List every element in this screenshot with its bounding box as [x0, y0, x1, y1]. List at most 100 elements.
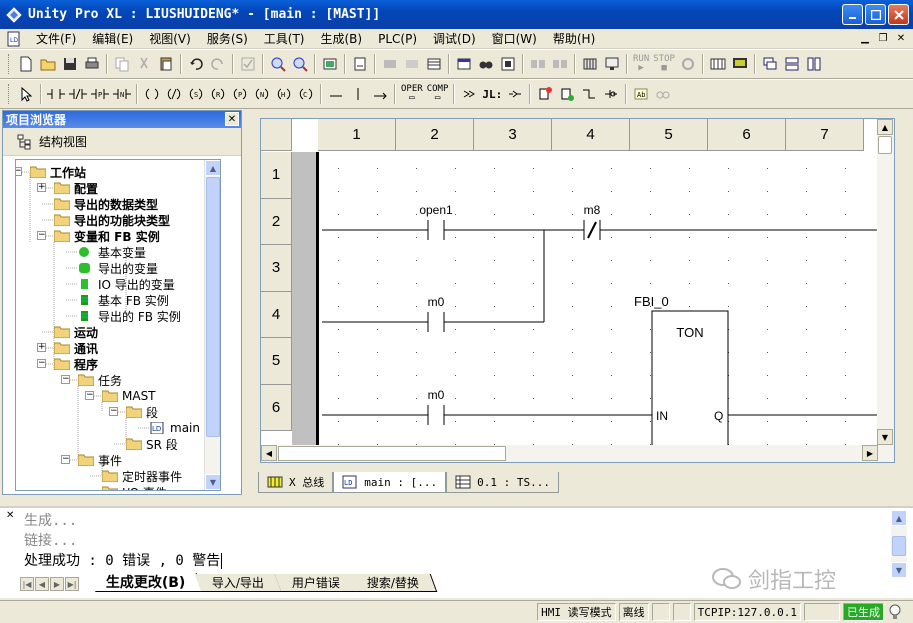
cut-icon[interactable] [133, 53, 155, 75]
row-header[interactable]: 1 [261, 152, 292, 199]
glasses-icon[interactable] [652, 83, 674, 105]
animation-icon[interactable] [707, 53, 729, 75]
menu-debug[interactable]: 调试(D) [425, 30, 484, 47]
comment-icon[interactable]: Ab [630, 83, 652, 105]
collapse-toggle[interactable]: − [16, 167, 22, 176]
run-button[interactable]: RUN ▶ [631, 55, 651, 73]
contact-variable-label[interactable]: m0 [428, 388, 445, 402]
plc-screen-icon[interactable] [729, 53, 751, 75]
fb-data-icon[interactable] [556, 83, 578, 105]
editor-hscrollbar[interactable]: ◀ ▶ [261, 445, 878, 462]
menu-edit[interactable]: 编辑(E) [84, 30, 141, 47]
tree-item[interactable]: 定时器事件 [102, 468, 182, 484]
cascade-icon[interactable] [759, 53, 781, 75]
return-icon[interactable] [504, 83, 526, 105]
tab-x-bus[interactable]: X 总线 [258, 472, 334, 493]
copy-icon[interactable] [111, 53, 133, 75]
set-coil-icon[interactable]: S [185, 83, 207, 105]
coil-icon[interactable] [141, 83, 163, 105]
jump-label-button[interactable]: JL: [480, 89, 504, 100]
menu-tools[interactable]: 工具(T) [256, 30, 313, 47]
init-icon[interactable] [677, 53, 699, 75]
tree-item[interactable]: 变量和 FB 实例 [54, 228, 160, 244]
link-arrow-icon[interactable] [369, 83, 391, 105]
find-icon[interactable] [475, 53, 497, 75]
maximize-button[interactable] [865, 4, 886, 25]
call-coil-icon[interactable]: C [295, 83, 317, 105]
comp-block-button[interactable]: COMP ▭ [425, 85, 451, 103]
monitor-icon[interactable] [601, 53, 623, 75]
tree-item[interactable]: 导出的变量 [78, 260, 158, 276]
output-scroll-down-button[interactable]: ▼ [891, 562, 907, 578]
row-header[interactable]: 4 [261, 291, 292, 338]
open-folder-icon[interactable] [37, 53, 59, 75]
close-button[interactable] [888, 4, 909, 25]
output-vscrollbar[interactable]: ▲ ▼ [891, 510, 907, 578]
contact-variable-label[interactable]: m0 [428, 295, 445, 309]
fb-call-icon[interactable] [534, 83, 556, 105]
tab-config[interactable]: 0.1 : TS... [446, 472, 559, 493]
tab-main-section[interactable]: LD main : [... [333, 472, 447, 493]
undo-icon[interactable] [185, 53, 207, 75]
column-header[interactable]: 3 [474, 119, 552, 151]
select-pointer-icon[interactable] [15, 83, 37, 105]
tree-item[interactable]: 段 [126, 404, 158, 420]
column-header[interactable]: 2 [396, 119, 474, 151]
oper-block-button[interactable]: OPER ▭ [399, 85, 425, 103]
doc-close-button[interactable]: ✕ [893, 31, 909, 46]
doc-restore-button[interactable]: ❐ [875, 31, 891, 46]
ld-editor-frame[interactable]: open1 m8 m0 m0 FBI_0 TON IN Q ▲ ▼ ◀ ▶ 123456712… [260, 118, 895, 463]
menu-help[interactable]: 帮助(H) [545, 30, 603, 47]
editor-scroll-right-button[interactable]: ▶ [862, 445, 878, 461]
save-icon[interactable] [59, 53, 81, 75]
collapse-toggle[interactable]: − [109, 407, 118, 416]
menu-service[interactable]: 服务(S) [199, 30, 256, 47]
tree-item[interactable]: SR 段 [126, 436, 178, 452]
column-header[interactable]: 1 [318, 119, 396, 151]
tree-item[interactable]: 事件 [78, 452, 122, 468]
collapse-toggle[interactable]: − [37, 231, 46, 240]
jump-icon[interactable] [458, 83, 480, 105]
next-tab-button[interactable]: ▶ [50, 577, 64, 591]
tile-horizontal-icon[interactable] [781, 53, 803, 75]
contact-variable-label[interactable]: m8 [584, 203, 601, 217]
column-header[interactable]: 5 [630, 119, 708, 151]
p-coil-icon[interactable]: P [229, 83, 251, 105]
row-header[interactable]: 6 [261, 384, 292, 431]
output-scroll-up-button[interactable]: ▲ [891, 510, 907, 526]
tree-item[interactable]: 基本变量 [78, 244, 146, 260]
tab-build-changes[interactable]: 生成更改(B) [88, 573, 204, 592]
column-header[interactable]: 4 [552, 119, 630, 151]
stop-button[interactable]: STOP ■ [651, 55, 677, 73]
data-editor-icon[interactable] [423, 53, 445, 75]
n-coil-icon[interactable]: N [251, 83, 273, 105]
row-header[interactable]: 5 [261, 338, 292, 385]
tree-item[interactable]: I/O 事件 [102, 484, 167, 490]
output-close-button[interactable]: ✕ [6, 510, 14, 521]
row-header[interactable]: 3 [261, 245, 292, 292]
minimize-button[interactable] [842, 4, 863, 25]
output-scroll-thumb[interactable] [892, 536, 906, 556]
menu-file[interactable]: 文件(F) [28, 30, 84, 47]
redo-icon[interactable] [207, 53, 229, 75]
replace-icon[interactable] [497, 53, 519, 75]
prev-tab-button[interactable]: ◀ [35, 577, 49, 591]
tree-item[interactable]: MAST [102, 388, 156, 404]
contact-nc-slash[interactable] [587, 221, 597, 239]
tree-item[interactable]: 导出的功能块类型 [54, 212, 170, 228]
build-project-icon[interactable] [379, 53, 401, 75]
tree-item[interactable]: 导出的数据类型 [54, 196, 158, 212]
nc-contact-icon[interactable] [67, 83, 89, 105]
editor-scroll-left-button[interactable]: ◀ [261, 445, 277, 461]
column-header[interactable]: 6 [708, 119, 786, 151]
tree-item[interactable]: 基本 FB 实例 [78, 292, 169, 308]
contact-variable-label[interactable]: open1 [419, 203, 453, 217]
editor-scroll-up-button[interactable]: ▲ [877, 119, 893, 135]
tile-vertical-icon[interactable] [803, 53, 825, 75]
connect-icon[interactable] [527, 53, 549, 75]
collapse-toggle[interactable]: − [85, 391, 94, 400]
editor-vscroll-thumb[interactable] [878, 136, 892, 154]
menu-plc[interactable]: PLC(P) [370, 32, 425, 46]
halt-coil-icon[interactable]: H [273, 83, 295, 105]
collapse-toggle[interactable]: − [37, 359, 46, 368]
